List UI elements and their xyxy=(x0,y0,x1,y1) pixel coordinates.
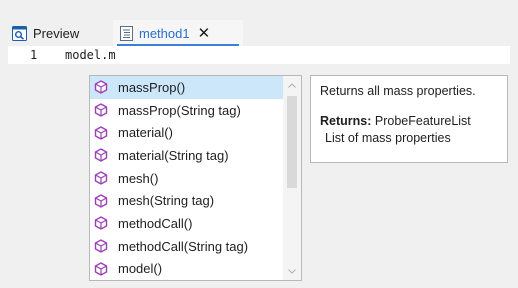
tab-label-preview: Preview xyxy=(33,25,80,41)
method-cube-icon xyxy=(94,239,108,253)
method-cube-icon xyxy=(94,262,108,276)
completion-item[interactable]: mesh(String tag) xyxy=(90,189,283,212)
scroll-thumb[interactable] xyxy=(287,96,297,188)
tooltip-returns: Returns: ProbeFeatureList xyxy=(320,113,507,130)
completion-item[interactable]: model() xyxy=(90,258,283,281)
close-tab-icon[interactable]: ✕ xyxy=(198,24,211,42)
preview-icon xyxy=(12,25,27,41)
completion-list: massProp() massProp(String tag) material… xyxy=(90,76,283,280)
method-cube-icon xyxy=(94,216,108,231)
documentation-tooltip: Returns all mass properties. Returns: Pr… xyxy=(310,75,508,163)
tooltip-returns-type: ProbeFeatureList xyxy=(371,114,471,128)
completion-item[interactable]: massProp() xyxy=(90,76,283,99)
completion-item-label: mesh() xyxy=(118,170,159,186)
tab-preview[interactable]: Preview xyxy=(8,20,106,46)
completion-item-label: methodCall() xyxy=(118,215,193,231)
completion-popup: massProp() massProp(String tag) material… xyxy=(89,75,302,281)
line-number: 1 xyxy=(30,48,38,62)
completion-item[interactable]: mesh() xyxy=(90,167,283,190)
method-cube-icon xyxy=(94,148,108,163)
code-line[interactable]: 1 model.m xyxy=(8,48,510,73)
tab-method1[interactable]: method1 ✕ xyxy=(113,20,243,46)
completion-item-label: massProp() xyxy=(118,79,186,95)
tab-label-method1: method1 xyxy=(139,25,190,41)
scroll-down-arrow-icon[interactable] xyxy=(283,262,301,280)
scroll-up-arrow-icon[interactable] xyxy=(283,76,301,94)
method-cube-icon xyxy=(94,80,108,95)
completion-item-label: mesh(String tag) xyxy=(118,193,215,209)
tooltip-description: Returns all mass properties. xyxy=(320,84,476,98)
tooltip-returns-label: Returns: xyxy=(320,114,372,128)
completion-item[interactable]: material() xyxy=(90,121,283,144)
completion-item-label: methodCall(String tag) xyxy=(118,238,249,254)
completion-scrollbar[interactable] xyxy=(283,76,301,280)
completion-item[interactable]: material(String tag) xyxy=(90,144,283,167)
method-cube-icon xyxy=(94,103,108,117)
completion-item-label: material() xyxy=(118,125,173,141)
completion-item-label: material(String tag) xyxy=(118,147,229,163)
completion-item-label: model() xyxy=(118,261,163,277)
code-text[interactable]: model.m xyxy=(65,48,116,62)
method-cube-icon xyxy=(94,125,108,140)
completion-item[interactable]: methodCall(String tag) xyxy=(90,235,283,258)
completion-item[interactable]: massProp(String tag) xyxy=(90,99,283,122)
method-cube-icon xyxy=(94,171,108,185)
document-icon xyxy=(120,25,133,41)
completion-item[interactable]: methodCall() xyxy=(90,212,283,235)
method-cube-icon xyxy=(94,193,108,208)
tab-strip: Preview method1 ✕ xyxy=(0,0,518,46)
completion-item-label: massProp(String tag) xyxy=(118,102,241,118)
tooltip-returns-description: List of mass properties xyxy=(325,131,451,145)
